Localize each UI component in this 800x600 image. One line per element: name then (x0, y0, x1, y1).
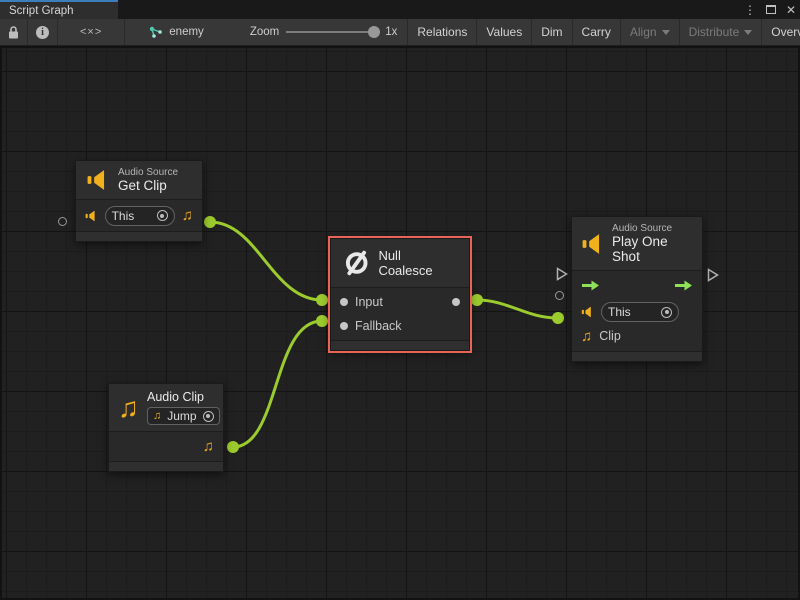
flow-port-out[interactable] (707, 268, 719, 282)
tab-bar: Script Graph ⋮ ✕ (0, 0, 800, 19)
node-get-clip[interactable]: Audio Source Get Clip This ♫ (75, 160, 203, 242)
tab-title: Script Graph (9, 5, 74, 17)
object-picker-icon[interactable] (661, 307, 672, 318)
fallback-port-dot[interactable] (340, 322, 348, 330)
flow-arrow-icon (581, 280, 600, 291)
zoom-control: Zoom 1x (214, 19, 409, 45)
audio-source-icon (85, 210, 98, 222)
node-title: Get Clip (118, 178, 178, 193)
zoom-slider[interactable] (286, 26, 378, 38)
output-port-dot[interactable] (452, 298, 460, 306)
info-icon: i (36, 26, 49, 39)
node-title: Play One Shot (612, 234, 692, 264)
carry-button[interactable]: Carry (573, 19, 621, 45)
this-object-field[interactable]: This (601, 302, 679, 322)
lock-icon (8, 26, 19, 39)
values-button[interactable]: Values (477, 19, 532, 45)
zoom-label: Zoom (250, 26, 279, 38)
code-icon: <×> (80, 26, 102, 38)
note-icon: ♫ (153, 411, 161, 422)
flow-arrow-icon (674, 280, 693, 291)
node-title: Null Coalesce (378, 248, 457, 278)
this-object-field[interactable]: This (105, 206, 175, 226)
audio-clip-object-field[interactable]: ♫ Jump (147, 407, 220, 425)
graph-name: enemy (169, 26, 204, 38)
toolbar: i <×> enemy Zoom 1x Relations Values D (0, 19, 800, 46)
node-null-coalesce[interactable]: Null Coalesce Input Fallback (330, 238, 470, 351)
graph-canvas[interactable]: Audio Source Get Clip This ♫ (0, 46, 800, 600)
object-picker-icon[interactable] (203, 411, 214, 422)
output-port-connected[interactable] (227, 441, 239, 453)
chevron-down-icon (744, 30, 752, 35)
distribute-button[interactable]: Distribute (680, 19, 763, 45)
connection-wire[interactable] (233, 321, 322, 447)
overview-button[interactable]: Overview (762, 19, 800, 45)
input-port-connected[interactable] (552, 312, 564, 324)
dim-button[interactable]: Dim (532, 19, 572, 45)
graph-breadcrumb[interactable]: enemy (125, 19, 214, 45)
node-category: Audio Source (118, 167, 178, 178)
connection-wire[interactable] (210, 222, 322, 300)
value-port-empty[interactable] (58, 217, 67, 226)
input-port-connected[interactable] (316, 315, 328, 327)
audio-clip-type-icon: ♫ (182, 208, 193, 223)
audio-clip-type-icon: ♫ (203, 439, 214, 454)
tab-script-graph[interactable]: Script Graph (0, 0, 118, 19)
relations-button[interactable]: Relations (408, 19, 477, 45)
align-button[interactable]: Align (621, 19, 680, 45)
input-port-connected[interactable] (316, 294, 328, 306)
close-icon[interactable]: ✕ (786, 4, 796, 16)
audio-clip-icon: ♫ (118, 394, 139, 422)
menu-icon[interactable]: ⋮ (744, 4, 756, 16)
object-picker-icon[interactable] (157, 210, 168, 221)
node-play-one-shot[interactable]: Audio Source Play One Shot (571, 216, 703, 362)
audio-source-icon (581, 306, 594, 318)
maximize-icon[interactable] (766, 1, 776, 19)
null-coalesce-icon (343, 249, 370, 277)
output-port-connected[interactable] (204, 216, 216, 228)
visual-scripting-window: Script Graph ⋮ ✕ i <×> (0, 0, 800, 600)
connection-wire[interactable] (477, 300, 558, 318)
window-controls: ⋮ ✕ (744, 0, 796, 19)
inspect-button[interactable]: i (28, 19, 58, 45)
graph-icon (149, 26, 163, 39)
lock-button[interactable] (0, 19, 28, 45)
node-category: Audio Source (612, 223, 692, 234)
edit-source-button[interactable]: <×> (58, 19, 125, 45)
flow-port-in[interactable] (556, 267, 568, 281)
value-port-empty[interactable] (555, 291, 564, 300)
chevron-down-icon (662, 30, 670, 35)
audio-source-icon (86, 169, 110, 191)
zoom-slider-handle[interactable] (368, 26, 380, 38)
audio-clip-type-icon: ♫ (581, 329, 592, 344)
node-title: Audio Clip (147, 390, 220, 404)
output-port-connected[interactable] (471, 294, 483, 306)
zoom-value: 1x (385, 26, 397, 38)
node-audio-clip[interactable]: ♫ Audio Clip ♫ Jump ♫ (108, 383, 224, 472)
audio-source-icon (582, 233, 604, 255)
input-port-dot[interactable] (340, 298, 348, 306)
